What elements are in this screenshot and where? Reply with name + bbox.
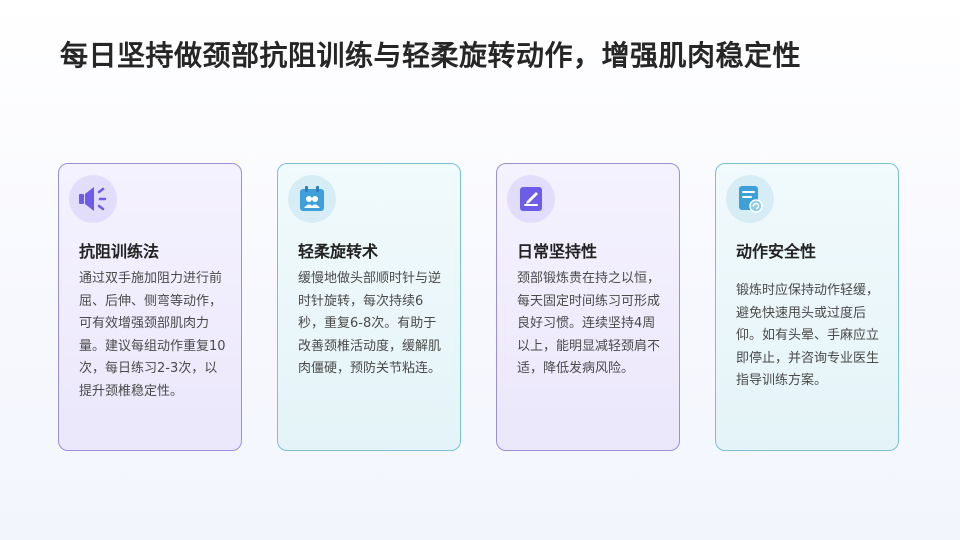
card-title: 轻柔旋转术 xyxy=(298,242,379,261)
card-title: 动作安全性 xyxy=(736,242,817,261)
card-description: 通过双手施加阻力进行前屈、后伸、侧弯等动作，可有效增强颈部肌肉力量。建议每组动作… xyxy=(79,271,226,399)
card-resistance-training: 抗阻训练法 通过双手施加阻力进行前屈、后伸、侧弯等动作，可有效增强颈部肌肉力量。… xyxy=(58,163,242,451)
card-description: 缓慢地做头部顺时针与逆时针旋转，每次持续6秒，重复6-8次。有助于改善颈椎活动度… xyxy=(298,271,442,376)
document-refresh-icon xyxy=(726,175,774,223)
card-daily-persistence: 日常坚持性 颈部锻炼贵在持之以恒，每天固定时间练习可形成良好习惯。连续坚持4周以… xyxy=(496,163,680,451)
card-description: 颈部锻炼贵在持之以恒，每天固定时间练习可形成良好习惯。连续坚持4周以上，能明显减… xyxy=(517,271,661,376)
note-pen-icon xyxy=(507,175,555,223)
page-title: 每日坚持做颈部抗阻训练与轻柔旋转动作，增强肌肉稳定性 xyxy=(60,39,802,72)
card-description: 锻炼时应保持动作轻缓，避免快速甩头或过度后仰。如有头晕、手麻应立即停止，并咨询专… xyxy=(736,283,880,388)
card-title: 日常坚持性 xyxy=(517,242,598,261)
speaker-icon xyxy=(69,175,117,223)
card-gentle-rotation: 轻柔旋转术 缓慢地做头部顺时针与逆时针旋转，每次持续6秒，重复6-8次。有助于改… xyxy=(277,163,461,451)
card-exercise-safety: 动作安全性 锻炼时应保持动作轻缓，避免快速甩头或过度后仰。如有头晕、手麻应立即停… xyxy=(715,163,899,451)
calendar-people-icon xyxy=(288,175,336,223)
card-title: 抗阻训练法 xyxy=(79,242,160,261)
